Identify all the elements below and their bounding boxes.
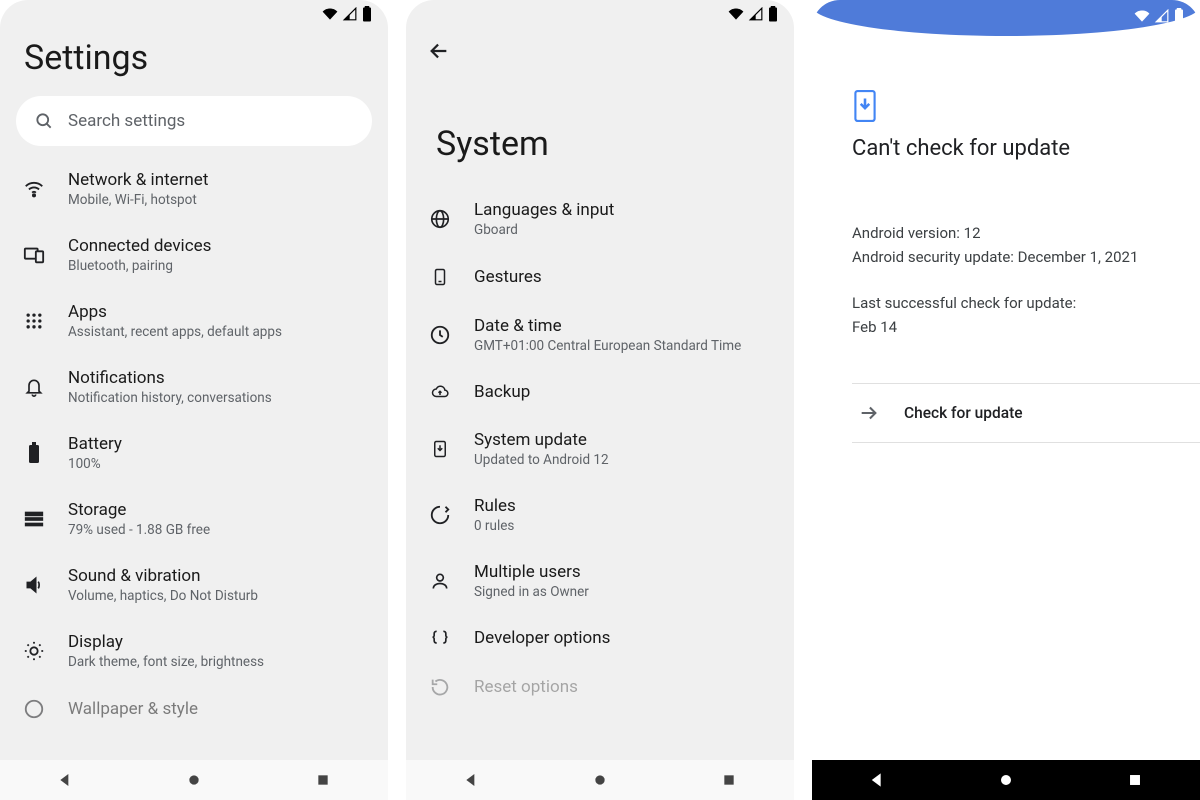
download-phone-icon	[852, 90, 1160, 122]
nav-home[interactable]	[997, 771, 1015, 789]
nav-bar	[406, 760, 794, 800]
row-connected-devices[interactable]: Connected devicesBluetooth, pairing	[0, 222, 388, 288]
wifi-icon	[322, 7, 338, 21]
status-bar	[1134, 8, 1184, 24]
clock-icon	[428, 324, 452, 346]
reset-icon	[428, 676, 452, 698]
nav-recent[interactable]	[1126, 771, 1144, 789]
search-icon	[34, 111, 54, 131]
last-check-label: Last successful check for update:	[852, 291, 1160, 315]
cloud-icon	[428, 383, 452, 401]
battery-icon	[362, 6, 372, 22]
row-wallpaper[interactable]: Wallpaper & style	[0, 684, 388, 734]
check-for-update-label: Check for update	[904, 404, 1023, 422]
row-multiple-users[interactable]: Multiple usersSigned in as Owner	[406, 548, 794, 614]
row-gestures[interactable]: Gestures	[406, 252, 794, 302]
update-status-title: Can't check for update	[852, 136, 1160, 161]
wifi-icon	[22, 178, 46, 200]
row-rules[interactable]: Rules0 rules	[406, 482, 794, 548]
wifi-icon	[1134, 9, 1150, 23]
nav-home[interactable]	[591, 771, 609, 789]
row-sound[interactable]: Sound & vibrationVolume, haptics, Do Not…	[0, 552, 388, 618]
update-icon	[428, 438, 452, 460]
nav-recent[interactable]	[314, 771, 332, 789]
search-placeholder: Search settings	[68, 111, 185, 131]
battery-icon	[22, 442, 46, 464]
row-apps[interactable]: AppsAssistant, recent apps, default apps	[0, 288, 388, 354]
update-info: Android version: 12 Android security upd…	[852, 221, 1160, 339]
nav-home[interactable]	[185, 771, 203, 789]
wifi-icon	[728, 7, 744, 21]
row-storage[interactable]: Storage79% used - 1.88 GB free	[0, 486, 388, 552]
row-system-update[interactable]: System updateUpdated to Android 12	[406, 416, 794, 482]
row-display[interactable]: DisplayDark theme, font size, brightness	[0, 618, 388, 684]
nav-back[interactable]	[868, 771, 886, 789]
row-date-time[interactable]: Date & timeGMT+01:00 Central European St…	[406, 302, 794, 368]
status-bar	[322, 6, 372, 22]
check-for-update-button[interactable]: Check for update	[852, 383, 1200, 443]
bell-icon	[22, 376, 46, 398]
nav-back[interactable]	[56, 771, 74, 789]
settings-system-screen: System Languages & inputGboard Gestures …	[406, 0, 794, 800]
signal-icon	[342, 7, 358, 21]
settings-main-screen: Settings Search settings Network & inter…	[0, 0, 388, 800]
security-update: Android security update: December 1, 202…	[852, 245, 1160, 269]
battery-icon	[768, 6, 778, 22]
status-bar	[728, 6, 778, 22]
search-settings[interactable]: Search settings	[16, 96, 372, 146]
user-icon	[428, 570, 452, 592]
sound-icon	[22, 575, 46, 595]
brightness-icon	[22, 640, 46, 662]
globe-icon	[428, 208, 452, 230]
storage-icon	[22, 510, 46, 528]
row-network[interactable]: Network & internetMobile, Wi-Fi, hotspot	[0, 156, 388, 222]
row-languages[interactable]: Languages & inputGboard	[406, 186, 794, 252]
signal-icon	[1154, 9, 1170, 23]
signal-icon	[748, 7, 764, 21]
braces-icon	[428, 628, 452, 648]
last-check-value: Feb 14	[852, 315, 1160, 339]
system-list: Languages & inputGboard Gestures Date & …	[406, 176, 794, 712]
rules-icon	[428, 504, 452, 526]
arrow-right-icon	[858, 402, 880, 424]
row-notifications[interactable]: NotificationsNotification history, conve…	[0, 354, 388, 420]
apps-grid-icon	[22, 311, 46, 331]
devices-icon	[22, 244, 46, 266]
row-reset-options[interactable]: Reset options	[406, 662, 794, 712]
nav-back[interactable]	[462, 771, 480, 789]
page-title: System	[406, 62, 794, 176]
gesture-icon	[428, 266, 452, 288]
android-version: Android version: 12	[852, 221, 1160, 245]
system-update-screen: Can't check for update Android version: …	[812, 0, 1200, 800]
nav-bar	[0, 760, 388, 800]
row-backup[interactable]: Backup	[406, 368, 794, 416]
row-developer-options[interactable]: Developer options	[406, 614, 794, 662]
row-battery[interactable]: Battery100%	[0, 420, 388, 486]
palette-icon	[22, 698, 46, 720]
settings-list: Network & internetMobile, Wi-Fi, hotspot…	[0, 146, 388, 734]
battery-icon	[1174, 8, 1184, 24]
nav-recent[interactable]	[720, 771, 738, 789]
nav-bar	[812, 760, 1200, 800]
